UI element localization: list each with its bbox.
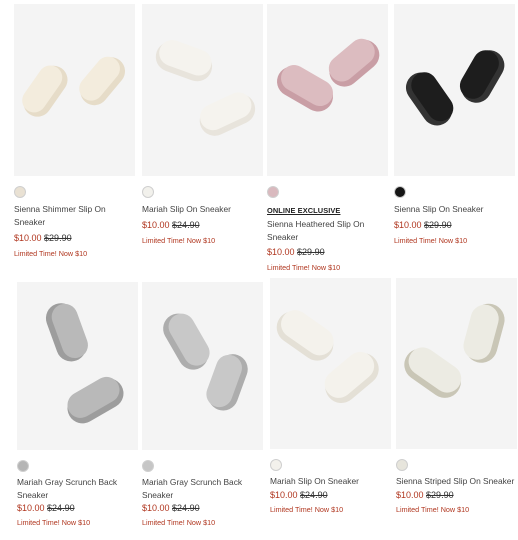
product-name[interactable]: Mariah Gray Scrunch Back Sneaker bbox=[17, 476, 141, 501]
product-image[interactable] bbox=[394, 4, 515, 176]
promo-text: Limited Time! Now $10 bbox=[17, 518, 91, 527]
product-name[interactable]: Sienna Slip On Sneaker bbox=[394, 203, 518, 216]
product-price: $10.00 $29.90 bbox=[396, 490, 454, 501]
product-name[interactable]: Mariah Slip On Sneaker bbox=[270, 475, 394, 488]
sale-price: $10.00 bbox=[270, 490, 298, 500]
original-price: $24.90 bbox=[47, 503, 75, 513]
sale-price: $10.00 bbox=[17, 503, 45, 513]
product-image[interactable] bbox=[396, 278, 517, 449]
original-price: $29.90 bbox=[426, 490, 454, 500]
product-image[interactable] bbox=[270, 278, 391, 449]
product-price: $10.00 $29.90 bbox=[267, 247, 325, 258]
product-price: $10.00 $24.90 bbox=[17, 503, 75, 514]
original-price: $24.90 bbox=[172, 503, 200, 513]
sale-price: $10.00 bbox=[142, 503, 170, 513]
sneaker-pair-illustration bbox=[276, 310, 379, 403]
color-swatch[interactable] bbox=[270, 459, 282, 471]
color-swatch[interactable] bbox=[14, 186, 26, 198]
sale-price: $10.00 bbox=[142, 220, 170, 230]
product-name[interactable]: Sienna Heathered Slip On Sneaker bbox=[267, 218, 391, 243]
product-image[interactable] bbox=[142, 282, 263, 450]
product-price: $10.00 $29.90 bbox=[394, 220, 452, 231]
sneaker-pair-illustration bbox=[404, 303, 505, 398]
color-swatch[interactable] bbox=[17, 460, 29, 472]
product-name[interactable]: Sienna Shimmer Slip On Sneaker bbox=[14, 203, 138, 228]
promo-text: Limited Time! Now $10 bbox=[270, 505, 344, 514]
original-price: $29.90 bbox=[424, 220, 452, 230]
product-name[interactable]: Mariah Gray Scrunch Back Sneaker bbox=[142, 476, 266, 501]
original-price: $29.90 bbox=[297, 247, 325, 257]
product-name[interactable]: Mariah Slip On Sneaker bbox=[142, 203, 266, 216]
product-price: $10.00 $24.90 bbox=[142, 220, 200, 231]
color-swatch[interactable] bbox=[394, 186, 406, 198]
original-price: $29.90 bbox=[44, 233, 72, 243]
promo-text: Limited Time! Now $10 bbox=[142, 236, 216, 245]
product-name[interactable]: Sienna Striped Slip On Sneaker bbox=[396, 475, 518, 488]
sale-price: $10.00 bbox=[14, 233, 42, 243]
sneaker-pair-illustration bbox=[277, 38, 380, 112]
online-exclusive-badge: ONLINE EXCLUSIVE bbox=[267, 206, 341, 215]
sneaker-pair-illustration bbox=[22, 56, 125, 117]
product-image[interactable] bbox=[142, 4, 263, 176]
product-price: $10.00 $29.90 bbox=[14, 233, 72, 244]
color-swatch[interactable] bbox=[142, 186, 154, 198]
promo-text: Limited Time! Now $10 bbox=[14, 249, 88, 258]
promo-text: Limited Time! Now $10 bbox=[267, 263, 341, 272]
original-price: $24.90 bbox=[300, 490, 328, 500]
color-swatch[interactable] bbox=[267, 186, 279, 198]
promo-text: Limited Time! Now $10 bbox=[142, 518, 216, 527]
promo-text: Limited Time! Now $10 bbox=[396, 505, 470, 514]
sale-price: $10.00 bbox=[394, 220, 422, 230]
color-swatch[interactable] bbox=[396, 459, 408, 471]
original-price: $24.90 bbox=[172, 220, 200, 230]
product-image[interactable] bbox=[267, 4, 388, 176]
promo-text: Limited Time! Now $10 bbox=[394, 236, 468, 245]
product-price: $10.00 $24.90 bbox=[270, 490, 328, 501]
sneaker-pair-illustration bbox=[405, 50, 505, 126]
sale-price: $10.00 bbox=[267, 247, 295, 257]
sneaker-pair-illustration bbox=[163, 313, 248, 411]
sneaker-pair-illustration bbox=[45, 303, 124, 424]
sneaker-pair-illustration bbox=[155, 39, 256, 136]
product-price: $10.00 $24.90 bbox=[142, 503, 200, 514]
product-image[interactable] bbox=[17, 282, 138, 450]
color-swatch[interactable] bbox=[142, 460, 154, 472]
sale-price: $10.00 bbox=[396, 490, 424, 500]
product-image[interactable] bbox=[14, 4, 135, 176]
